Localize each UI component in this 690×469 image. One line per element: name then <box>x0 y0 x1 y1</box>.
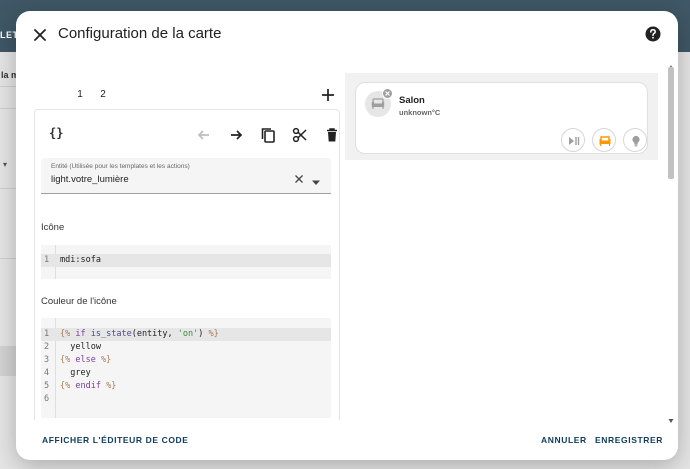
code-text: grey <box>60 368 91 378</box>
card-name: Salon <box>399 95 425 106</box>
scrollbar-thumb[interactable] <box>668 67 674 179</box>
line-number: 3 <box>44 355 50 365</box>
line-number: 5 <box>44 381 50 391</box>
chevron-down-icon[interactable] <box>311 173 321 185</box>
lightbulb-icon[interactable] <box>623 128 647 152</box>
preview-card[interactable]: Salon unknown°C <box>355 82 648 154</box>
arrow-left-icon[interactable] <box>195 126 213 144</box>
play-pause-icon[interactable] <box>561 128 585 152</box>
dialog-header: Configuration de la carte <box>16 11 678 59</box>
plus-icon[interactable] <box>320 87 336 103</box>
code-line: 5 {% endif %} <box>41 380 331 393</box>
color-code-editor[interactable]: 1 {% if is_state(entity, 'on') %} 2 yell… <box>41 318 331 418</box>
code-line: 6 <box>41 393 331 406</box>
scroll-up-icon[interactable] <box>668 57 674 69</box>
card-editor: {} Entité (Utilisée pour les templates e… <box>34 109 340 420</box>
card-state: unknown°C <box>399 108 441 117</box>
line-number: 1 <box>44 255 50 265</box>
line-number: 2 <box>44 342 50 352</box>
divider <box>0 86 16 87</box>
help-circle-icon[interactable] <box>644 25 662 43</box>
delete-icon[interactable] <box>323 126 339 144</box>
line-number: 6 <box>44 394 50 404</box>
cut-icon[interactable] <box>291 126 309 144</box>
yaml-toggle-button[interactable]: {} <box>49 126 63 140</box>
entity-picker[interactable]: Entité (Utilisée pour les templates et l… <box>41 158 331 194</box>
close-badge-icon <box>382 88 393 99</box>
show-code-editor-button[interactable]: AFFICHER L'ÉDITEUR DE CODE <box>42 435 189 445</box>
divider <box>0 188 16 189</box>
app-list-item <box>0 346 16 376</box>
code-text: yellow <box>60 342 101 352</box>
copy-icon[interactable] <box>259 126 277 144</box>
code-line: 1 {% if is_state(entity, 'on') %} <box>41 328 331 341</box>
arrow-right-icon[interactable] <box>227 126 245 144</box>
code-text: {% endif %} <box>60 381 117 391</box>
save-button[interactable]: ENREGISTRER <box>595 435 663 445</box>
editor-toolbar: {} <box>35 110 339 158</box>
entity-label: Entité (Utilisée pour les templates et l… <box>51 163 190 170</box>
code-line: 1 mdi:sofa <box>41 254 331 267</box>
code-text: {% else %} <box>60 355 112 365</box>
code-line: 2 yellow <box>41 341 331 354</box>
divider <box>0 258 16 259</box>
code-line: 3 {% else %} <box>41 354 331 367</box>
divider <box>0 108 16 109</box>
icon-section-label: Icône <box>41 222 65 233</box>
card-config-dialog: Configuration de la carte 1 2 {} Entité … <box>16 11 678 460</box>
scroll-down-icon[interactable] <box>668 411 674 423</box>
cancel-button[interactable]: ANNULER <box>541 435 587 445</box>
color-section-label: Couleur de l'icône <box>41 296 117 307</box>
code-text: {% if is_state(entity, 'on') %} <box>60 329 219 339</box>
dialog-title: Configuration de la carte <box>58 25 222 42</box>
line-number: 4 <box>44 368 50 378</box>
line-number: 1 <box>44 329 50 339</box>
chevron-down-icon: ▾ <box>3 160 8 169</box>
icon-code-editor[interactable]: 1 mdi:sofa <box>41 245 331 279</box>
close-icon[interactable] <box>30 25 50 45</box>
clear-icon[interactable] <box>294 171 304 183</box>
code-text: mdi:sofa <box>60 255 101 265</box>
entity-value: light.votre_lumière <box>51 174 129 185</box>
sofa-icon[interactable] <box>592 128 616 152</box>
code-line: 4 grey <box>41 367 331 380</box>
scrollbar[interactable] <box>667 57 675 423</box>
